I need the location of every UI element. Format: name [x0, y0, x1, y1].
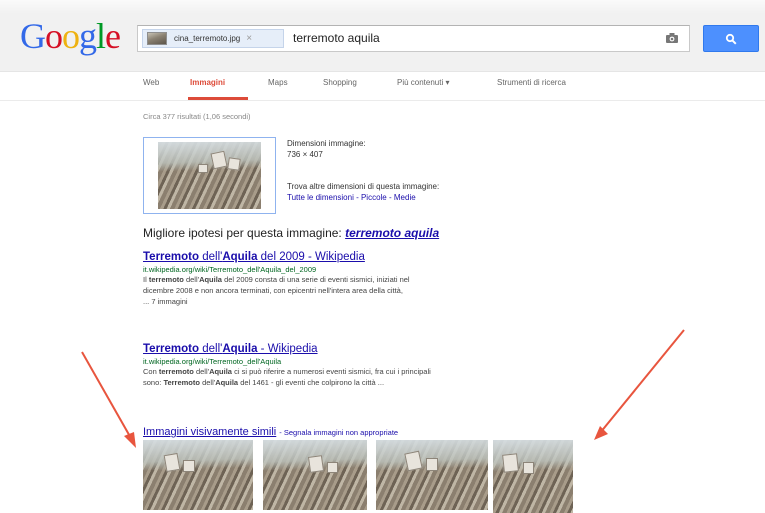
all-sizes-link[interactable]: Tutte le dimensioni: [287, 193, 354, 202]
photo-building: [227, 157, 241, 171]
photo-building: [426, 458, 438, 471]
camera-icon[interactable]: [665, 32, 679, 44]
tabs-divider: [0, 100, 765, 101]
size-separator: -: [386, 193, 394, 202]
result-snippet-line: dicembre 2008 e non ancora terminati, co…: [143, 286, 403, 295]
result-snippet-line: Il terremoto dell'Aquila del 2009 consta…: [143, 275, 410, 284]
result-title-link[interactable]: Terremoto dell'Aquila del 2009 - Wikiped…: [143, 251, 583, 263]
result-title-link[interactable]: Terremoto dell'Aquila - Wikipedia: [143, 343, 583, 355]
tab-search-tools[interactable]: Strumenti di ricerca: [497, 78, 566, 87]
search-button[interactable]: [703, 25, 759, 52]
image-query-chip[interactable]: cina_terremoto.jpg ×: [142, 29, 284, 48]
size-links: Tutte le dimensioni - Piccole - Medie: [287, 193, 416, 202]
chip-thumbnail: [147, 32, 167, 45]
other-sizes-label: Trova altre dimensioni di questa immagin…: [287, 182, 440, 191]
small-sizes-link[interactable]: Piccole: [361, 193, 387, 202]
photo-building: [163, 452, 181, 473]
similar-image-thumbnail[interactable]: [263, 440, 367, 510]
logo-letter: G: [20, 16, 46, 56]
chip-remove-icon[interactable]: ×: [246, 33, 252, 44]
best-guess-link[interactable]: terremoto aquila: [345, 226, 439, 240]
best-guess-label: Migliore ipotesi per questa immagine:: [143, 226, 346, 240]
similar-image-thumbnail[interactable]: [143, 440, 253, 510]
search-icon: [725, 33, 737, 45]
search-box[interactable]: cina_terremoto.jpg × terremoto aquila: [137, 25, 690, 52]
logo-letter: o: [62, 16, 80, 56]
logo-letter: g: [79, 16, 97, 56]
right-arrow-icon: [594, 329, 685, 440]
tab-shopping[interactable]: Shopping: [323, 78, 357, 87]
similar-image-thumbnail[interactable]: [376, 440, 488, 510]
photo-building: [198, 164, 208, 173]
tab-maps[interactable]: Maps: [268, 78, 288, 87]
photo-building: [183, 460, 195, 472]
photo-building: [210, 150, 228, 170]
image-dimensions-value: 736 × 407: [287, 150, 323, 159]
similar-images-link[interactable]: Immagini visivamente simili: [143, 426, 276, 438]
search-tabs: Web Immagini Maps Shopping Più contenuti…: [0, 72, 765, 100]
photo-building: [327, 462, 338, 473]
best-guess: Migliore ipotesi per questa immagine: te…: [143, 226, 439, 240]
result-url: it.wikipedia.org/wiki/Terremoto_dell'Aqu…: [143, 265, 317, 274]
result-more-images[interactable]: ... 7 immagini: [143, 297, 583, 306]
image-dimensions-label: Dimensioni immagine:: [287, 139, 366, 148]
google-logo[interactable]: Google: [20, 16, 121, 56]
left-arrow-icon: [81, 351, 136, 448]
report-images-link[interactable]: - Segnala immagini non appropriate: [279, 428, 398, 437]
search-result: Terremoto dell'Aquila - Wikipedia it.wik…: [143, 343, 583, 388]
photo-building: [307, 455, 325, 473]
search-result: Terremoto dell'Aquila del 2009 - Wikiped…: [143, 251, 583, 306]
logo-letter: l: [96, 16, 106, 56]
top-bar-shade: [0, 0, 765, 14]
query-image-thumbnail[interactable]: [143, 137, 276, 214]
logo-letter: o: [45, 16, 63, 56]
photo-building: [404, 450, 423, 472]
result-snippet-line: Con terremoto dell'Aquila ci si può rife…: [143, 367, 431, 376]
similar-images-header: Immagini visivamente simili - Segnala imm…: [143, 422, 398, 440]
photo-building: [523, 462, 534, 474]
result-snippet-line: sono: Terremoto dell'Aquila del 1461 - g…: [143, 378, 385, 387]
result-stats: Circa 377 risultati (1,06 secondi): [143, 112, 251, 121]
tab-images[interactable]: Immagini: [190, 78, 225, 87]
tab-more[interactable]: Più contenuti ▾: [397, 78, 450, 87]
photo-building: [502, 453, 519, 473]
logo-letter: e: [105, 16, 121, 56]
medium-sizes-link[interactable]: Medie: [394, 193, 416, 202]
search-input[interactable]: terremoto aquila: [293, 31, 380, 45]
chip-filename: cina_terremoto.jpg: [174, 34, 241, 43]
size-separator: -: [353, 193, 361, 202]
result-url: it.wikipedia.org/wiki/Terremoto_dell'Aqu…: [143, 357, 282, 366]
query-image: [158, 142, 261, 209]
tab-web[interactable]: Web: [143, 78, 159, 87]
similar-image-thumbnail[interactable]: [493, 440, 573, 513]
